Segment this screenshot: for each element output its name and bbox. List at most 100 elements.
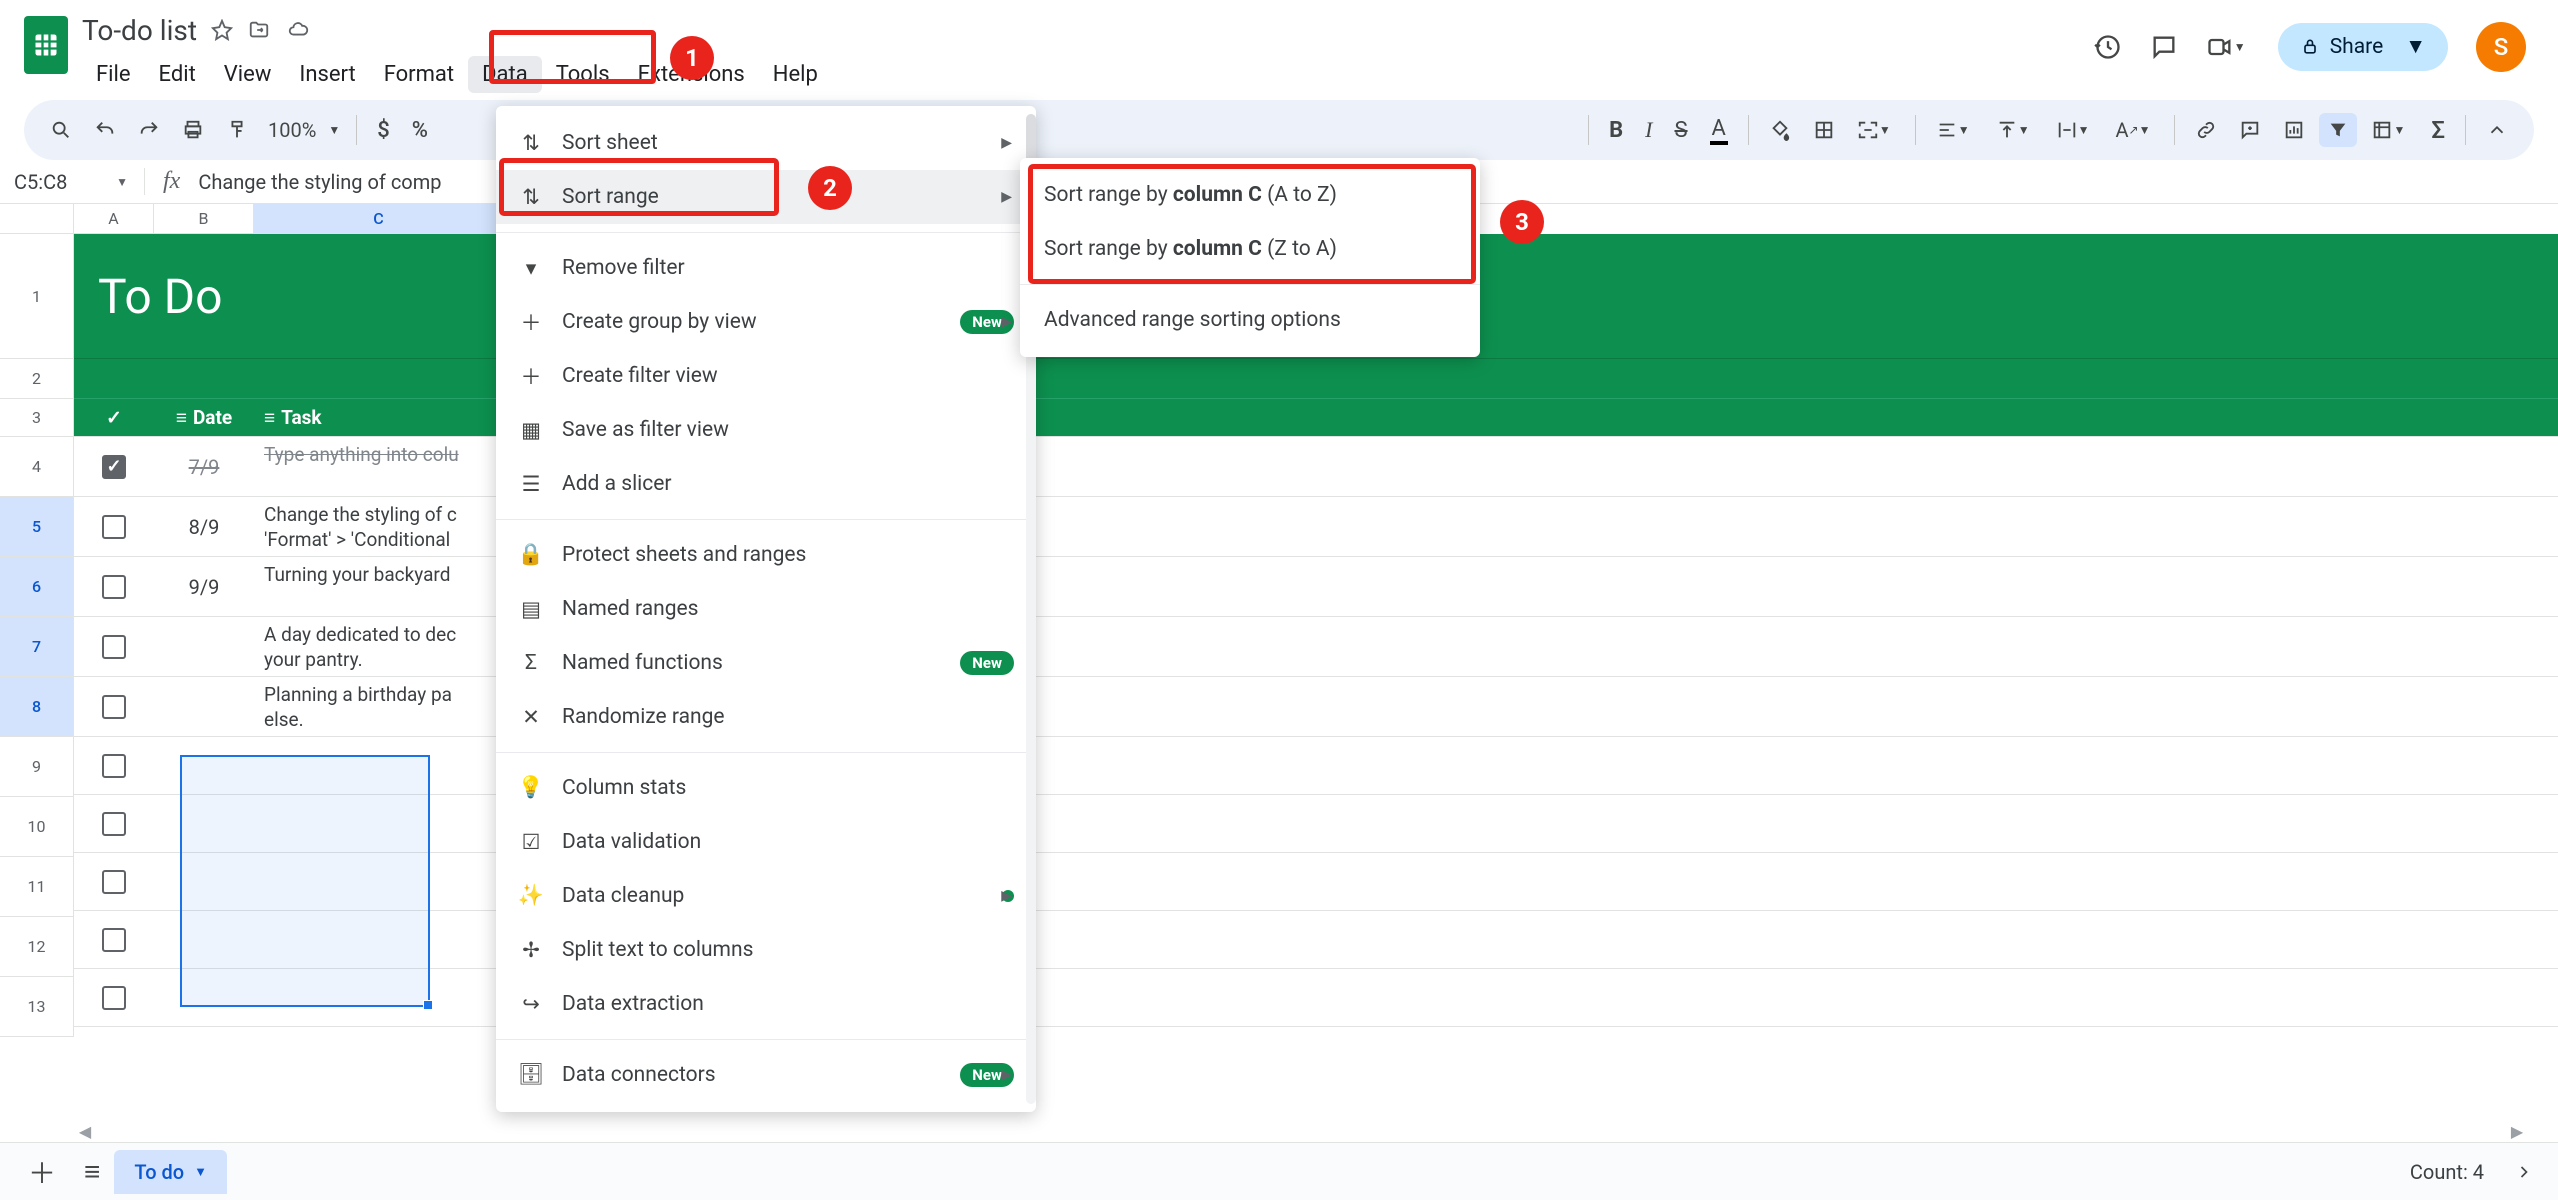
mi-data-validation[interactable]: ☑Data validation [496,815,1036,869]
side-panel-toggle-icon[interactable] [2504,1162,2544,1182]
functions-icon[interactable]: Σ [2423,110,2453,150]
col-header-a[interactable]: A [74,204,154,234]
table-row[interactable]: 9/9 Turning your backyard [74,557,2558,617]
mi-data-cleanup[interactable]: ✨Data cleanup▶ [496,869,1036,923]
horizontal-scrollbar[interactable]: ◀ ▶ [74,1120,2528,1142]
mi-column-stats[interactable]: 💡Column stats [496,761,1036,815]
row-header[interactable]: 2 [0,359,74,399]
filter-views-icon[interactable]: ▼ [2363,113,2417,147]
mi-data-connectors[interactable]: 🗄Data connectorsNew▶ [496,1048,1036,1102]
date-cell[interactable]: 9/9 [154,557,254,616]
add-sheet-button[interactable]: ＋ [14,1144,70,1200]
date-cell[interactable] [154,677,254,736]
italic-icon[interactable]: I [1637,111,1660,149]
chart-icon[interactable] [2275,113,2313,147]
table-row[interactable]: A day dedicated to dec your pantry. [74,617,2558,677]
chevron-down-icon[interactable]: ▼ [194,1164,207,1180]
all-sheets-button[interactable]: ≡ [70,1147,114,1196]
formula-input[interactable]: Change the styling of comp [198,170,441,194]
mi-split-text[interactable]: ✢Split text to columns [496,923,1036,977]
search-menus-icon[interactable] [42,113,80,147]
select-all-corner[interactable] [0,204,74,234]
mi-save-filter-view[interactable]: ▦Save as filter view [496,403,1036,457]
filter-icon[interactable] [2319,113,2357,147]
history-icon[interactable] [2094,33,2122,61]
mi-add-slicer[interactable]: ☰Add a slicer [496,457,1036,511]
document-title[interactable]: To-do list [82,14,197,47]
row-header[interactable]: 1 [0,234,74,359]
table-row[interactable] [74,969,2558,1027]
row-header[interactable]: 3 [0,399,74,437]
table-row[interactable]: 7/9 Type anything into colu [74,437,2558,497]
currency-button[interactable]: $ [369,112,398,149]
strikethrough-icon[interactable]: S [1666,112,1695,149]
mi-sort-sheet[interactable]: ⇅Sort sheet▶ [496,116,1036,170]
menu-file[interactable]: File [82,56,145,93]
checkbox[interactable] [102,695,126,719]
borders-icon[interactable] [1805,113,1843,147]
account-avatar[interactable]: S [2476,22,2526,72]
table-row[interactable] [74,853,2558,911]
name-box[interactable]: C5:C8 ▼ [14,170,144,194]
menu-insert[interactable]: Insert [285,56,369,93]
filter-icon[interactable]: ≡ [176,406,187,430]
task-cell[interactable]: Planning a birthday pa else. [254,677,504,736]
row-header[interactable]: 9 [0,737,74,797]
menu-tools[interactable]: Tools [542,56,624,93]
date-cell[interactable] [154,617,254,676]
checkbox[interactable] [102,928,126,952]
row-header[interactable]: 4 [0,437,74,497]
mi-data-extraction[interactable]: ↪Data extraction [496,977,1036,1031]
row-header[interactable]: 7 [0,617,74,677]
redo-icon[interactable] [130,113,168,147]
task-cell[interactable]: A day dedicated to dec your pantry. [254,617,504,676]
collapse-toolbar-icon[interactable] [2478,113,2516,147]
menu-help[interactable]: Help [759,56,832,93]
selection-count[interactable]: Count: 4 [2410,1160,2504,1184]
table-row[interactable] [74,911,2558,969]
table-row[interactable] [74,795,2558,853]
menu-format[interactable]: Format [370,56,468,93]
sheet-tab[interactable]: To do ▼ [114,1150,227,1194]
menu-edit[interactable]: Edit [145,56,210,93]
checkbox[interactable] [102,575,126,599]
table-row[interactable]: 8/9 Change the styling of c 'Format' > '… [74,497,2558,557]
link-icon[interactable] [2187,113,2225,147]
menu-view[interactable]: View [210,56,286,93]
print-icon[interactable] [174,113,212,147]
comment-icon[interactable] [2231,113,2269,147]
wrap-icon[interactable]: ▼ [2048,113,2102,147]
checkbox[interactable] [102,812,126,836]
percent-button[interactable]: % [404,112,436,149]
comments-icon[interactable] [2150,33,2178,61]
merge-icon[interactable]: ▼ [1849,113,1903,147]
checkbox[interactable] [102,870,126,894]
row-header[interactable]: 10 [0,797,74,857]
checkbox[interactable] [102,635,126,659]
undo-icon[interactable] [86,113,124,147]
h-align-icon[interactable]: ▼ [1928,113,1982,147]
mi-create-filter-view[interactable]: ＋Create filter view [496,349,1036,403]
scroll-right-icon[interactable]: ▶ [2506,1122,2528,1141]
task-cell[interactable]: Change the styling of c 'Format' > 'Cond… [254,497,504,556]
mi-remove-filter[interactable]: ▾Remove filter [496,241,1036,295]
move-icon[interactable] [247,19,271,41]
mi-named-ranges[interactable]: ▤Named ranges [496,582,1036,636]
smi-sort-az[interactable]: Sort range by column C (A to Z) [1020,168,1480,222]
star-icon[interactable] [211,19,233,41]
task-cell[interactable]: Type anything into colu [254,437,504,496]
text-color-icon[interactable]: A [1702,110,1736,151]
mi-named-functions[interactable]: ΣNamed functionsNew [496,636,1036,690]
row-header[interactable]: 12 [0,917,74,977]
row-header[interactable]: 6 [0,557,74,617]
paint-format-icon[interactable] [218,113,256,147]
smi-advanced-sort[interactable]: Advanced range sorting options [1020,293,1480,347]
menu-extensions[interactable]: Extensions [624,56,759,93]
mi-sort-range[interactable]: ⇅Sort range▶ [496,170,1036,224]
row-header[interactable]: 13 [0,977,74,1037]
task-cell[interactable]: Turning your backyard [254,557,504,616]
v-align-icon[interactable]: ▼ [1988,113,2042,147]
sheets-logo-icon[interactable] [24,16,68,74]
cloud-status-icon[interactable] [285,19,311,41]
zoom-select[interactable]: 100% [262,118,322,142]
